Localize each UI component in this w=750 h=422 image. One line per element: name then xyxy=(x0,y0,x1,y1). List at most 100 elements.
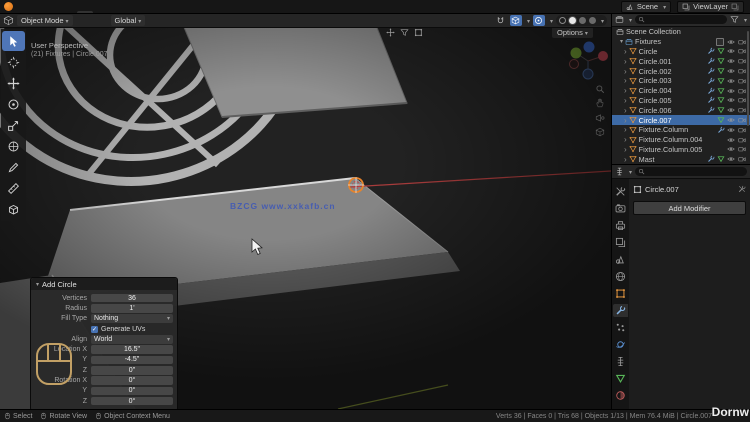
value-field[interactable]: 0° xyxy=(91,386,173,396)
show-gizmo-icon[interactable] xyxy=(386,28,395,37)
filter-icon[interactable] xyxy=(730,15,739,24)
blender-logo-icon[interactable] xyxy=(4,2,13,11)
expand-icon[interactable] xyxy=(624,47,627,56)
shading-wireframe-icon[interactable] xyxy=(558,16,566,24)
properties-tab[interactable] xyxy=(613,219,628,232)
value-field[interactable]: -4.5" xyxy=(91,355,173,365)
properties-tab[interactable] xyxy=(613,253,628,266)
expand-icon[interactable] xyxy=(624,67,627,76)
add-modifier-button[interactable]: Add Modifier xyxy=(633,201,746,215)
hide-eye-icon[interactable] xyxy=(727,155,735,163)
scene-selector[interactable]: Scene xyxy=(620,0,672,13)
exclude-checkbox[interactable] xyxy=(716,37,724,46)
properties-tab[interactable] xyxy=(613,338,628,351)
tool-button[interactable] xyxy=(2,199,25,219)
expand-icon[interactable] xyxy=(624,116,627,125)
dropdown-field[interactable]: World xyxy=(91,335,173,344)
display-mode-caret[interactable] xyxy=(627,15,632,24)
shading-material-icon[interactable] xyxy=(578,16,586,24)
properties-tab[interactable] xyxy=(613,304,628,317)
outliner-object-row[interactable]: Fixture.Column.005 xyxy=(612,145,750,155)
shading-caret[interactable] xyxy=(599,16,604,25)
options-dropdown[interactable]: Options xyxy=(552,27,593,38)
expand-icon[interactable] xyxy=(624,106,627,115)
render-visibility-icon[interactable] xyxy=(738,145,746,153)
expand-icon[interactable] xyxy=(624,96,627,105)
display-mode-icon[interactable] xyxy=(615,15,624,24)
expand-icon[interactable] xyxy=(624,125,627,134)
outliner-object-row[interactable]: Circle.001 xyxy=(612,56,750,66)
render-visibility-icon[interactable] xyxy=(738,67,746,75)
value-field[interactable]: 16.5" xyxy=(91,345,173,354)
render-visibility-icon[interactable] xyxy=(738,106,746,114)
expand-icon[interactable] xyxy=(624,86,627,95)
hide-eye-icon[interactable] xyxy=(727,96,735,104)
hide-eye-icon[interactable] xyxy=(727,126,735,134)
properties-tab[interactable] xyxy=(613,321,628,334)
outliner-object-row[interactable]: Circle.005 xyxy=(612,96,750,106)
view-layer-selector[interactable]: ViewLayer xyxy=(677,0,744,13)
hide-eye-icon[interactable] xyxy=(727,116,735,124)
view-layer-new-icon[interactable] xyxy=(731,3,739,11)
workspace-tab[interactable] xyxy=(125,11,141,13)
workspace-tab[interactable] xyxy=(77,11,93,13)
shading-solid-icon[interactable] xyxy=(568,16,576,24)
properties-search[interactable] xyxy=(635,167,747,176)
properties-tab[interactable] xyxy=(613,236,628,249)
value-field[interactable]: 36 xyxy=(91,293,173,303)
tool-button[interactable] xyxy=(2,73,25,93)
proportional-caret[interactable] xyxy=(548,16,553,25)
dropdown-field[interactable]: Nothing xyxy=(91,314,173,324)
tool-button[interactable] xyxy=(2,31,25,51)
workspace-tab[interactable] xyxy=(93,11,109,13)
expand-icon[interactable] xyxy=(624,76,627,85)
tool-button[interactable] xyxy=(2,52,25,72)
render-visibility-icon[interactable] xyxy=(738,47,746,55)
properties-tab[interactable] xyxy=(613,202,628,215)
outliner-object-row[interactable]: Circle.006 xyxy=(612,105,750,115)
hide-eye-icon[interactable] xyxy=(727,145,735,153)
tool-button[interactable] xyxy=(2,136,25,156)
value-field[interactable]: 0" xyxy=(91,365,173,375)
outliner-object-row[interactable]: Circle.004 xyxy=(612,86,750,96)
outliner-object-row[interactable]: Circle.002 xyxy=(612,66,750,76)
hide-eye-icon[interactable] xyxy=(727,106,735,114)
hide-eye-icon[interactable] xyxy=(727,57,735,65)
mode-dropdown[interactable]: Object Mode xyxy=(17,14,73,26)
properties-tab[interactable] xyxy=(613,287,628,300)
properties-tab[interactable] xyxy=(613,389,628,402)
tool-button[interactable] xyxy=(2,94,25,114)
shading-rendered-icon[interactable] xyxy=(588,16,596,24)
operator-panel-header[interactable]: Add Circle xyxy=(31,278,177,290)
hide-eye-icon[interactable] xyxy=(727,67,735,75)
expand-icon[interactable] xyxy=(624,57,627,66)
hide-eye-icon[interactable] xyxy=(727,38,735,46)
render-visibility-icon[interactable] xyxy=(738,77,746,85)
xray-toggle-icon[interactable] xyxy=(414,28,423,37)
editor-type-icon[interactable] xyxy=(3,15,14,26)
tool-button[interactable] xyxy=(2,115,25,135)
snap-target-icon[interactable] xyxy=(509,14,522,26)
proportional-edit-icon[interactable] xyxy=(532,14,545,26)
outliner-search[interactable] xyxy=(635,15,727,24)
tool-button[interactable] xyxy=(2,178,25,198)
hide-eye-icon[interactable] xyxy=(727,87,735,95)
value-field[interactable]: 0° xyxy=(91,376,173,385)
properties-editor-caret[interactable] xyxy=(627,167,632,176)
workspace-tab[interactable] xyxy=(109,11,125,13)
checkbox-field[interactable]: ✓ Generate UVs xyxy=(91,325,145,333)
properties-tab[interactable] xyxy=(613,372,628,385)
render-visibility-icon[interactable] xyxy=(738,155,746,163)
hide-eye-icon[interactable] xyxy=(727,136,735,144)
snap-caret[interactable] xyxy=(525,16,530,25)
outliner-object-row[interactable]: Fixture.Column xyxy=(612,125,750,135)
properties-tab[interactable] xyxy=(613,355,628,368)
hide-eye-icon[interactable] xyxy=(727,47,735,55)
value-field[interactable]: 1' xyxy=(91,304,173,313)
properties-tab[interactable] xyxy=(613,270,628,283)
snap-magnet-icon[interactable] xyxy=(495,15,507,26)
render-visibility-icon[interactable] xyxy=(738,38,746,46)
render-visibility-icon[interactable] xyxy=(738,126,746,134)
properties-editor-icon[interactable] xyxy=(615,167,624,176)
collection-row[interactable]: ▾ Fixtures xyxy=(612,37,750,47)
